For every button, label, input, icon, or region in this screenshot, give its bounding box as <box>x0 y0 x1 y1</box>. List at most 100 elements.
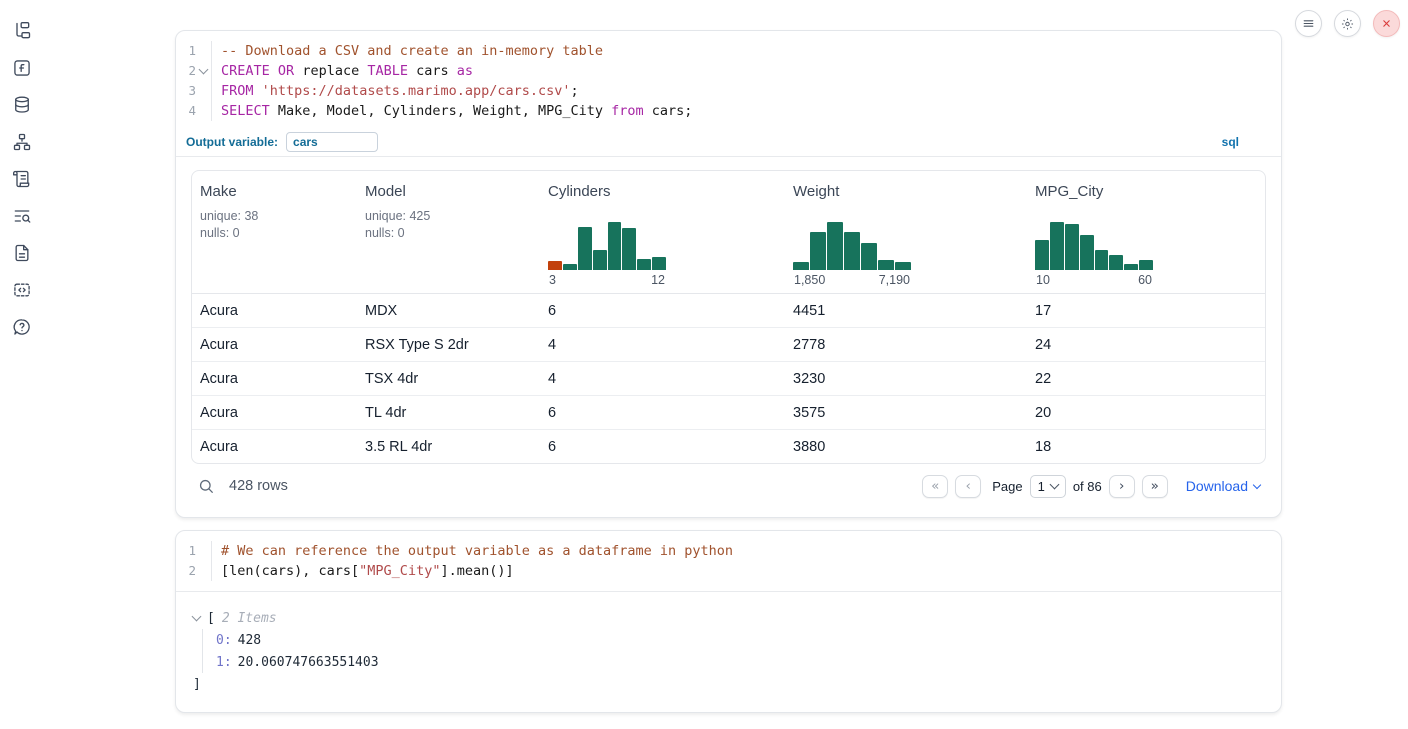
code-token: ; <box>571 81 579 101</box>
last-page-button[interactable]: » <box>1142 475 1168 498</box>
histogram-bar <box>1065 224 1079 270</box>
tree-entry: 1: 20.060747663551403 <box>216 651 1265 673</box>
histogram-bar <box>652 257 666 270</box>
items-count-label: 2 Items <box>222 611 277 626</box>
table-cell: Acura <box>192 337 357 353</box>
column-header[interactable]: Cylinders312 <box>540 171 785 293</box>
python-code-editor[interactable]: 1# We can reference the output variable … <box>176 531 1281 592</box>
column-header[interactable]: MPG_City1060 <box>1027 171 1265 293</box>
table-cell: 6 <box>540 303 785 319</box>
data-table: Make unique: 38 nulls: 0Modelunique: 425nu… <box>191 170 1266 464</box>
tree-entry-value: 20.060747663551403 <box>238 655 379 670</box>
histogram-bar <box>793 262 809 270</box>
histogram-bar <box>637 259 651 270</box>
fold-chevron-icon[interactable] <box>196 69 211 73</box>
function-icon[interactable] <box>11 57 33 79</box>
table-cell: 3575 <box>785 405 1027 421</box>
code-text: SELECT Make, Model, Cylinders, Weight, M… <box>211 101 692 121</box>
text-search-icon[interactable] <box>11 205 33 227</box>
table-header: Make unique: 38 nulls: 0Modelunique: 425nu… <box>192 171 1265 294</box>
first-page-button[interactable]: « <box>922 475 948 498</box>
shutdown-button[interactable] <box>1373 10 1400 37</box>
column-title: Cylinders <box>548 183 777 200</box>
line-number: 2 <box>176 61 196 81</box>
column-histogram: 1,8507,190 <box>793 222 911 287</box>
tree-entry: 0:428 <box>216 629 1265 651</box>
tree-entry-key: 1: <box>216 655 232 670</box>
code-token <box>270 61 278 81</box>
output-variable-bar: Output variable: sql <box>176 127 1281 157</box>
table-row[interactable]: Acura3.5 RL 4dr6388018 <box>192 429 1265 463</box>
table-cell: 22 <box>1027 371 1265 387</box>
table-cell: TL 4dr <box>357 405 540 421</box>
database-icon[interactable] <box>11 94 33 116</box>
column-histogram: 1060 <box>1035 222 1153 287</box>
dependency-graph-icon[interactable] <box>11 131 33 153</box>
scroll-icon[interactable] <box>11 168 33 190</box>
sql-cell: 1-- Download a CSV and create an in-memo… <box>175 30 1282 518</box>
next-page-button[interactable]: › <box>1109 475 1135 498</box>
histogram-bar <box>1095 250 1109 270</box>
histogram-bar <box>1035 240 1049 270</box>
sidebar <box>0 0 44 338</box>
settings-button[interactable] <box>1334 10 1361 37</box>
table-row[interactable]: AcuraRSX Type S 2dr4277824 <box>192 327 1265 361</box>
column-stat: unique: 38 <box>200 208 349 224</box>
sql-cell-output: Make unique: 38 nulls: 0Modelunique: 425nu… <box>176 157 1281 508</box>
table-cell: Acura <box>192 405 357 421</box>
page-label: Page <box>992 479 1022 494</box>
table-row[interactable]: AcuraMDX6445117 <box>192 294 1265 327</box>
chevron-down-icon <box>192 612 202 622</box>
line-number: 3 <box>176 81 196 101</box>
table-row[interactable]: AcuraTSX 4dr4323022 <box>192 361 1265 395</box>
tree-children: 0:428 1: 20.060747663551403 <box>202 629 1265 673</box>
histogram-min-label: 1,850 <box>794 273 825 287</box>
column-header[interactable]: Makeunique: 38nulls: 0 <box>192 171 357 293</box>
column-header[interactable]: Weight 1,8507,190 <box>785 171 1027 293</box>
prev-page-button[interactable]: ‹ <box>955 475 981 498</box>
histogram-range: 1060 <box>1035 273 1153 287</box>
line-number: 4 <box>176 101 196 121</box>
file-tree-icon[interactable] <box>11 20 33 42</box>
python-cell: 1# We can reference the output variable … <box>175 530 1282 713</box>
line-number: 1 <box>176 541 196 561</box>
code-text: [len(cars), cars["MPG_City"].mean()] <box>211 561 514 581</box>
notebook-actions <box>1295 10 1400 37</box>
language-badge: sql <box>1222 135 1239 149</box>
histogram-bar <box>844 232 860 270</box>
page-select[interactable]: 1 <box>1030 475 1066 498</box>
code-line: 2[len(cars), cars["MPG_City"].mean()] <box>176 561 1281 581</box>
code-line: 4 SELECT Make, Model, Cylinders, Weight, … <box>176 101 1281 121</box>
bracket-close: ] <box>193 673 1265 695</box>
column-title: Weight <box>793 183 1019 200</box>
code-token: from <box>611 101 644 121</box>
histogram-bar <box>810 232 826 270</box>
page-select-value: 1 <box>1038 479 1045 494</box>
column-header[interactable]: Modelunique: 425nulls: 0 <box>357 171 540 293</box>
histogram-bar <box>1124 264 1138 270</box>
table-cell: Acura <box>192 439 357 455</box>
table-cell: 4451 <box>785 303 1027 319</box>
table-cell: 17 <box>1027 303 1265 319</box>
search-icon[interactable] <box>197 477 216 496</box>
help-icon[interactable] <box>11 316 33 338</box>
code-token: cars <box>408 61 457 81</box>
histogram-bar <box>548 261 562 270</box>
histogram-bar <box>593 250 607 270</box>
menu-button[interactable] <box>1295 10 1322 37</box>
histogram-bar <box>563 264 577 270</box>
download-button[interactable]: Download <box>1186 478 1260 494</box>
column-stat: nulls: 0 <box>365 225 532 241</box>
table-cell: 20 <box>1027 405 1265 421</box>
code-text: CREATE OR replace TABLE cars as <box>211 61 473 81</box>
document-icon[interactable] <box>11 242 33 264</box>
output-variable-input[interactable] <box>286 132 378 152</box>
tree-root[interactable]: [2 Items <box>193 607 1265 629</box>
table-row[interactable]: AcuraTL 4dr6357520 <box>192 395 1265 429</box>
snippets-icon[interactable] <box>11 279 33 301</box>
histogram <box>548 222 666 270</box>
table-cell: RSX Type S 2dr <box>357 337 540 353</box>
code-token: replace <box>294 61 367 81</box>
column-title: Make <box>200 183 349 200</box>
sql-code-editor[interactable]: 1-- Download a CSV and create an in-memo… <box>176 31 1281 127</box>
